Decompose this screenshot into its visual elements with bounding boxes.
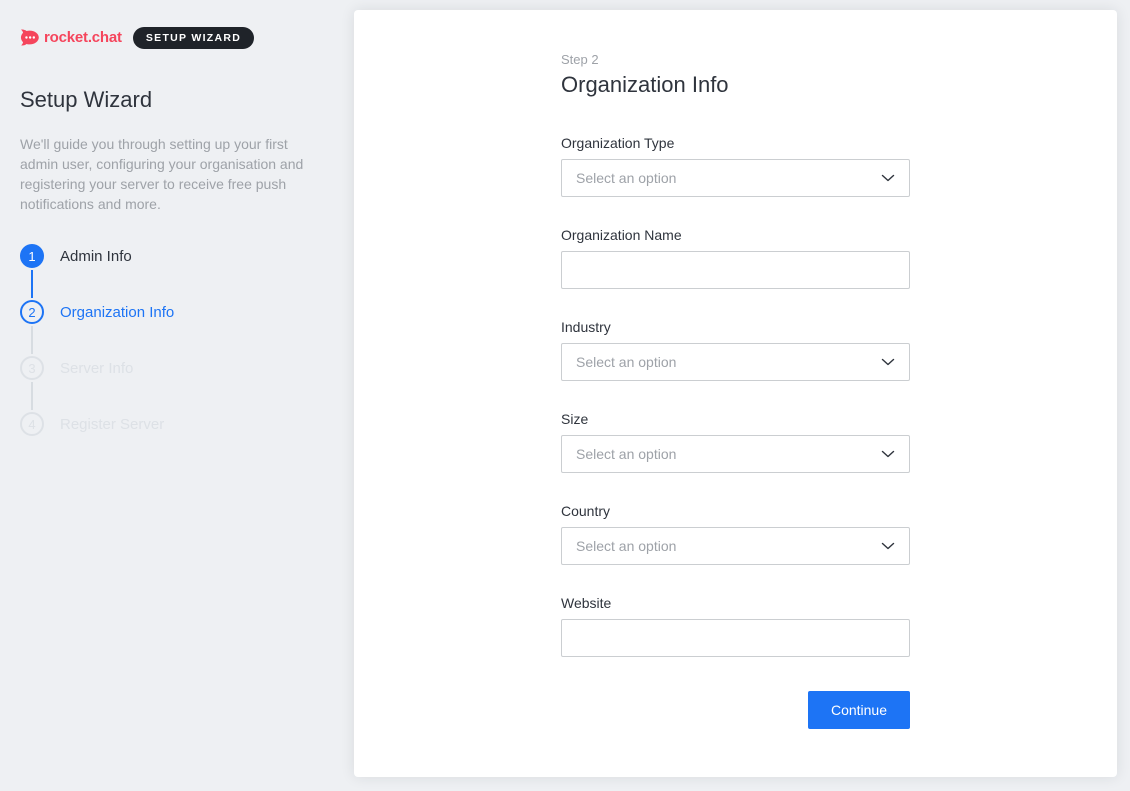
chevron-down-icon — [881, 542, 895, 550]
step-number-badge: 3 — [20, 356, 44, 380]
select-placeholder: Select an option — [576, 446, 676, 462]
field-group-organization-name: Organization Name — [561, 227, 910, 289]
logo-row: rocket.chat SETUP WIZARD — [20, 27, 254, 49]
logo-wordmark: rocket.chat — [44, 29, 122, 46]
organization-type-select[interactable]: Select an option — [561, 159, 910, 197]
rocketchat-logo: rocket.chat — [20, 29, 122, 46]
select-placeholder: Select an option — [576, 538, 676, 554]
step-label: Register Server — [60, 416, 164, 433]
step-item-register-server: 4 Register Server — [20, 412, 174, 436]
field-group-website: Website — [561, 595, 910, 657]
chevron-down-icon — [881, 450, 895, 458]
chevron-down-icon — [881, 358, 895, 366]
rocketchat-bubble-icon — [20, 29, 39, 46]
field-group-industry: Industry Select an option — [561, 319, 910, 381]
wizard-steps: 1 Admin Info 2 Organization Info 3 Serve… — [20, 244, 174, 468]
step-indicator: Step 2 — [561, 53, 910, 67]
wizard-description: We'll guide you through setting up your … — [20, 134, 322, 214]
organization-info-form: Step 2 Organization Info Organization Ty… — [561, 10, 910, 729]
select-placeholder: Select an option — [576, 354, 676, 370]
step-item-admin-info: 1 Admin Info — [20, 244, 174, 268]
page-title: Setup Wizard — [20, 87, 152, 113]
organization-name-input[interactable] — [561, 251, 910, 289]
size-select[interactable]: Select an option — [561, 435, 910, 473]
step-number-badge: 4 — [20, 412, 44, 436]
size-label: Size — [561, 411, 910, 428]
setup-wizard-badge: SETUP WIZARD — [133, 27, 254, 49]
field-group-country: Country Select an option — [561, 503, 910, 565]
country-select[interactable]: Select an option — [561, 527, 910, 565]
step-number-badge: 2 — [20, 300, 44, 324]
chevron-down-icon — [881, 174, 895, 182]
form-actions: Continue — [561, 691, 910, 729]
select-placeholder: Select an option — [576, 170, 676, 186]
sidebar: rocket.chat SETUP WIZARD Setup Wizard We… — [0, 0, 354, 791]
website-input[interactable] — [561, 619, 910, 657]
organization-type-label: Organization Type — [561, 135, 910, 152]
field-group-organization-type: Organization Type Select an option — [561, 135, 910, 197]
step-item-server-info: 3 Server Info — [20, 356, 174, 380]
step-item-organization-info: 2 Organization Info — [20, 300, 174, 324]
industry-label: Industry — [561, 319, 910, 336]
country-label: Country — [561, 503, 910, 520]
step-number-badge: 1 — [20, 244, 44, 268]
form-title: Organization Info — [561, 71, 910, 99]
website-label: Website — [561, 595, 910, 612]
organization-name-label: Organization Name — [561, 227, 910, 244]
setup-wizard-page: rocket.chat SETUP WIZARD Setup Wizard We… — [0, 0, 1130, 791]
industry-select[interactable]: Select an option — [561, 343, 910, 381]
wizard-card: Step 2 Organization Info Organization Ty… — [354, 10, 1117, 777]
step-label: Admin Info — [60, 248, 132, 265]
step-label: Server Info — [60, 360, 133, 377]
continue-button[interactable]: Continue — [808, 691, 910, 729]
field-group-size: Size Select an option — [561, 411, 910, 473]
step-label: Organization Info — [60, 304, 174, 321]
